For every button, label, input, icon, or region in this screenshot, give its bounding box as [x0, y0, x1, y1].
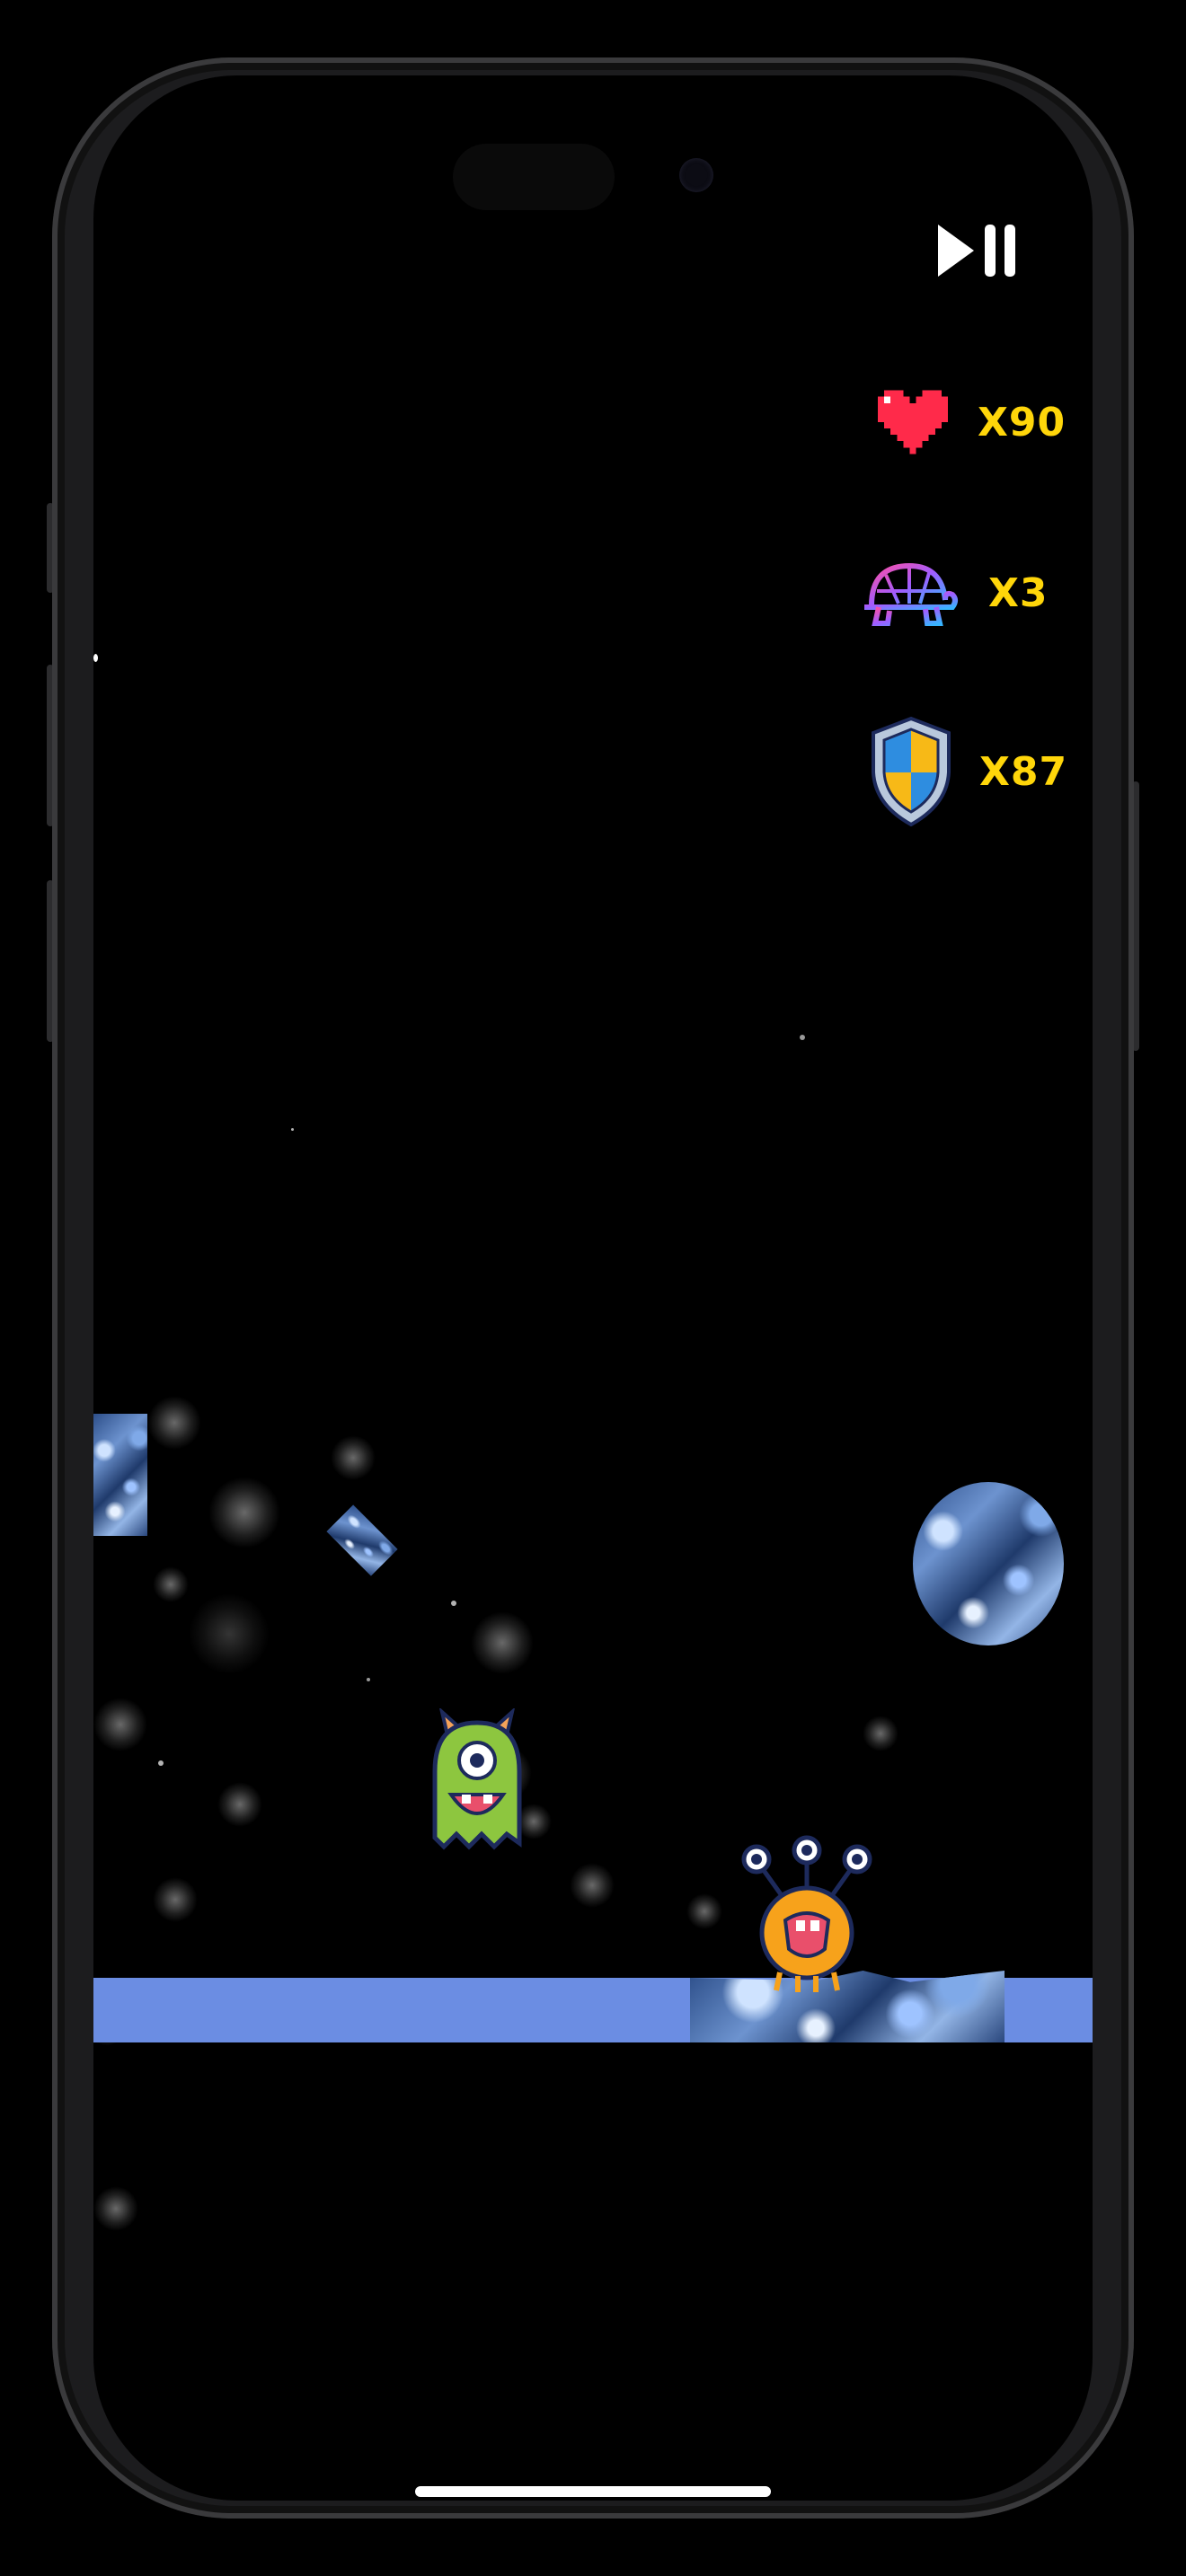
heart-icon [878, 390, 948, 454]
particle [686, 1893, 722, 1929]
star [367, 1678, 370, 1681]
orange-three-eyed-alien [741, 1835, 872, 1992]
particle [153, 1566, 189, 1602]
star [93, 654, 98, 662]
particle [93, 1698, 147, 1751]
green-cyclops-monster [432, 1708, 522, 1850]
slow-counter: X3 [859, 555, 1049, 631]
particle [863, 1716, 898, 1751]
star [291, 1128, 294, 1131]
lives-count: X90 [978, 399, 1067, 446]
particle [570, 1863, 615, 1908]
home-indicator[interactable] [415, 2486, 771, 2497]
star [451, 1601, 456, 1606]
particle [153, 1877, 198, 1922]
slow-count: X3 [988, 569, 1049, 616]
particle [471, 1611, 534, 1674]
particle [331, 1435, 376, 1480]
front-camera [679, 158, 713, 192]
dynamic-island [453, 144, 615, 210]
particle [93, 2186, 138, 2231]
turtle-icon [864, 562, 958, 626]
particle [208, 1477, 280, 1548]
particle [189, 1593, 270, 1674]
ice-planet [913, 1482, 1064, 1645]
ice-diamond [326, 1504, 398, 1576]
lives-counter: X90 [872, 381, 1066, 463]
star [158, 1760, 164, 1766]
play-pause-icon[interactable] [936, 223, 1019, 278]
particle [147, 1396, 201, 1450]
ice-block [93, 1414, 147, 1536]
shield-icon [872, 716, 951, 827]
star [800, 1035, 805, 1040]
game-screen[interactable]: X90 X3 X87 [93, 75, 1093, 2501]
shield-counter: X87 [868, 715, 1067, 828]
shield-count: X87 [979, 748, 1068, 795]
particle [217, 1782, 262, 1827]
